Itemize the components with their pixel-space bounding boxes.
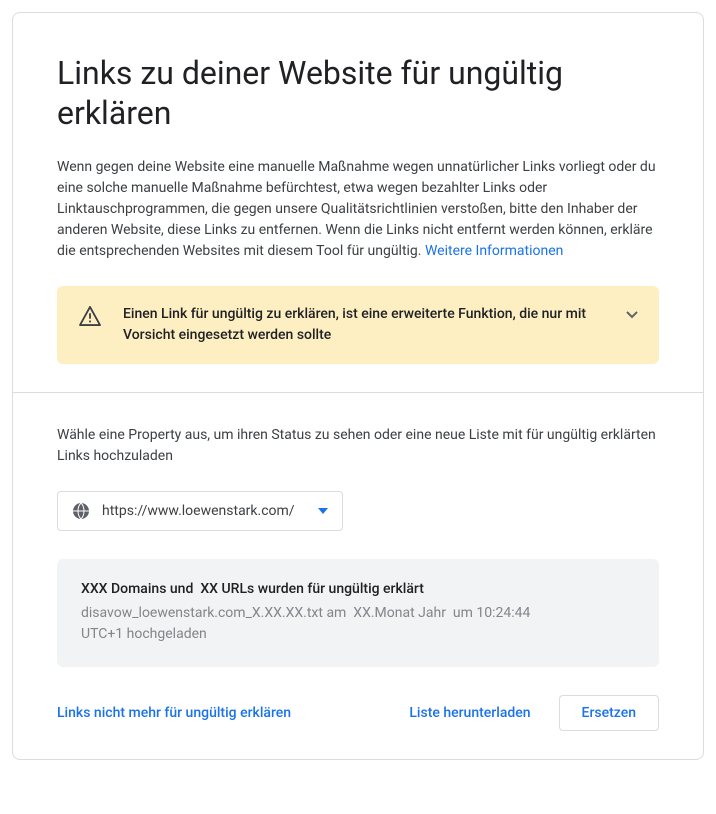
chevron-down-icon[interactable] [625,308,639,322]
actions-row: Links nicht mehr für ungültig erklären L… [57,695,659,731]
warning-alert[interactable]: Einen Link für ungültig zu erklären, ist… [57,286,659,364]
dropdown-arrow-icon [318,508,328,514]
warning-icon [79,306,101,326]
domains-count: XXX [81,581,108,597]
status-detail: disavow_loewenstark.com_X.XX.XX.txt am X… [81,603,635,645]
globe-icon [72,502,90,520]
status-filename: disavow_loewenstark.com_X.XX.XX.txt [81,605,323,621]
download-button[interactable]: Liste herunterladen [409,697,530,729]
description-text: Wenn gegen deine Website eine manuelle M… [57,157,659,262]
selected-property-url: https://www.loewenstark.com/ [102,503,306,519]
replace-button[interactable]: Ersetzen [559,695,659,731]
top-section: Links zu deiner Website für ungültig erk… [13,13,703,392]
urls-label: URLs wurden für ungültig erklärt [222,581,424,597]
status-box: XXX Domains und XX URLs wurden für ungül… [57,559,659,667]
page-title: Links zu deiner Website für ungültig erk… [57,53,659,133]
alert-text: Einen Link für ungültig zu erklären, ist… [123,304,603,346]
property-instruction: Wähle eine Property aus, um ihren Status… [57,425,659,467]
urls-count: XX [200,581,218,597]
domains-label: Domains und [111,581,193,597]
status-title: XXX Domains und XX URLs wurden für ungül… [81,581,635,597]
description-body: Wenn gegen deine Website eine manuelle M… [57,159,656,259]
undeclare-button[interactable]: Links nicht mehr für ungültig erklären [57,697,291,729]
status-date: XX.Monat Jahr [353,605,446,621]
more-info-link[interactable]: Weitere Informationen [425,243,563,259]
disavow-card: Links zu deiner Website für ungültig erk… [12,12,704,760]
bottom-section: Wähle eine Property aus, um ihren Status… [13,393,703,759]
property-selector[interactable]: https://www.loewenstark.com/ [57,491,343,531]
